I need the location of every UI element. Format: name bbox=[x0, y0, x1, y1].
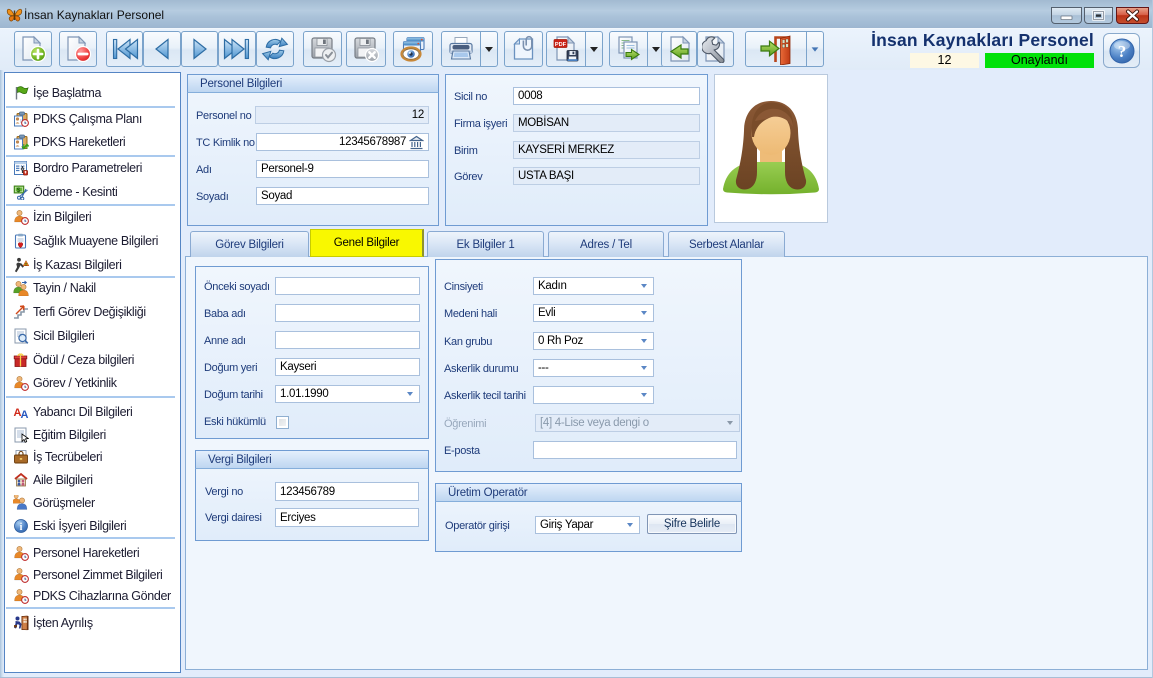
svg-text:?: ? bbox=[1117, 42, 1126, 61]
svg-text:i: i bbox=[20, 522, 23, 533]
svg-text:$: $ bbox=[17, 187, 21, 194]
svg-text:A: A bbox=[21, 409, 29, 420]
svg-text:PDF: PDF bbox=[555, 42, 567, 48]
